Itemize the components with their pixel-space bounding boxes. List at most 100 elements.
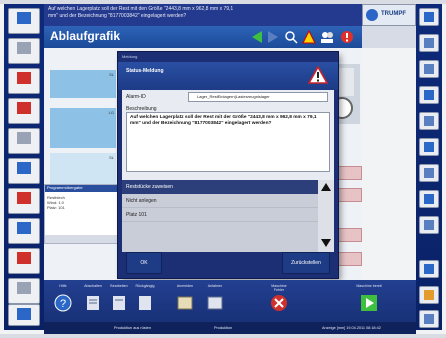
table-icon [424, 194, 434, 204]
scroll-down-icon[interactable] [320, 238, 332, 248]
dialog-body: Alarm-ID Lager_RestEinlagern(Lasterzeugn… [122, 90, 334, 252]
right-tool-4-button[interactable] [419, 86, 439, 104]
status-right: Anzeige [mm] 19.04.2011 08:18:42 [322, 326, 381, 330]
storage-icon [17, 102, 31, 114]
left-tool-1-button[interactable] [8, 8, 40, 34]
arrow-right-icon[interactable] [266, 30, 280, 44]
startup-button[interactable]: Anfahren [202, 284, 228, 320]
right-tool-1-button[interactable] [419, 8, 439, 26]
right-tool-8-button[interactable] [419, 190, 439, 208]
machine-ready-button[interactable]: Maschine bereit [356, 284, 382, 320]
action-list-item-selected[interactable]: Reststücke zuweisen [122, 180, 318, 194]
sort-up-icon [424, 290, 434, 300]
storage-icon [424, 142, 434, 152]
program-icon [424, 90, 434, 100]
warning-icon[interactable] [302, 30, 316, 44]
logo-mark-icon [366, 9, 378, 21]
svg-text:?: ? [60, 298, 66, 310]
ok-button[interactable]: OK [126, 252, 162, 274]
chart-icon [17, 222, 31, 234]
scroll-up-icon[interactable] [320, 182, 332, 192]
left-tool-11-button[interactable] [8, 304, 40, 326]
status-bar: Produktion aus rüsten Produktion Anzeige… [44, 322, 416, 334]
home-icon [424, 12, 434, 22]
left-toolbar [4, 4, 44, 330]
right-tool-3-button[interactable] [419, 60, 439, 78]
right-tool-7-button[interactable] [419, 164, 439, 182]
list-icon [424, 64, 434, 74]
bezel-bottom [0, 334, 446, 338]
left-tool-3-button[interactable] [8, 68, 40, 94]
workflow-node[interactable]: LG [50, 108, 116, 148]
program-panel-line: Platz: 101 [47, 205, 65, 210]
left-tool-7-button[interactable] [8, 188, 40, 214]
header-message-line-1: Auf welchen Lagerplatz soll der Rest mit… [48, 6, 234, 12]
action-list: Reststücke zuweisen Nicht anlegen Platz … [122, 180, 334, 252]
sort-icon [424, 264, 434, 274]
left-tool-2-button[interactable] [8, 38, 40, 64]
left-tool-10-button[interactable] [8, 278, 40, 304]
action-list-scrollbar[interactable] [318, 180, 334, 252]
status-left: Produktion aus rüsten [114, 326, 151, 330]
program-panel-body: Restblech Wind: 1.0 Platz: 101 [47, 195, 65, 210]
alarm-icon[interactable] [340, 30, 354, 44]
document-icon [113, 296, 125, 310]
zoom-icon[interactable] [284, 30, 298, 44]
left-tool-4-button[interactable] [8, 98, 40, 124]
warning-icon [308, 66, 328, 84]
left-tool-6-button[interactable] [8, 158, 40, 184]
program-panel[interactable]: Programmübergabe Restblech Wind: 1.0 Pla… [44, 184, 124, 244]
right-tool-6-button[interactable] [419, 138, 439, 156]
left-tool-9-button[interactable] [8, 248, 40, 274]
node-tag: LG [108, 110, 114, 115]
stack-icon [17, 162, 31, 174]
right-tool-11-button[interactable] [419, 286, 439, 304]
right-tool-2-button[interactable] [419, 34, 439, 52]
undo-button[interactable]: Rückgängig [132, 284, 158, 320]
machine-error-button[interactable]: Maschine Fehler [266, 284, 292, 320]
table-icon [177, 296, 193, 310]
help-label: Hilfe [59, 284, 67, 288]
table-icon [207, 296, 223, 310]
login-button[interactable]: Anmelden [172, 284, 198, 320]
undo-label: Rückgängig [135, 284, 155, 288]
left-tool-8-button[interactable] [8, 218, 40, 244]
shutdown-button[interactable]: Abschalten [80, 284, 106, 320]
page-title: Ablaufgrafik [50, 29, 121, 43]
logo: TRUMPF [362, 4, 416, 26]
help-icon: ? [54, 294, 72, 312]
right-tool-9-button[interactable] [419, 216, 439, 234]
header-message: Auf welchen Lagerplatz soll der Rest mit… [44, 4, 362, 26]
edit-button[interactable]: Bearbeiten [106, 284, 132, 320]
arrow-left-icon[interactable] [250, 30, 264, 44]
screen: Auf welchen Lagerplatz soll der Rest mit… [0, 0, 446, 338]
help-button[interactable]: Hilfe ? [50, 284, 76, 320]
dialog-titlebar: Status-Meldung [118, 62, 338, 90]
reset-button[interactable]: Zurückstellen [282, 252, 330, 274]
node-tag: SL [109, 155, 114, 160]
action-list-item[interactable]: Nicht anlegen [122, 194, 318, 208]
machine-ready-label: Maschine bereit [356, 284, 382, 288]
monitor-icon [424, 38, 434, 48]
right-toolbar [416, 4, 442, 330]
status-panel [362, 26, 416, 48]
right-tool-12-button[interactable] [419, 310, 439, 328]
logo-text: TRUMPF [381, 11, 406, 17]
workflow-node[interactable]: SL [50, 70, 116, 98]
download-icon [424, 220, 434, 230]
right-tool-5-button[interactable] [419, 112, 439, 130]
users-icon[interactable] [320, 30, 334, 44]
machine-icon [17, 132, 31, 144]
status-middle: Produktion [214, 326, 233, 330]
order-icon [17, 72, 31, 84]
stop-icon [271, 295, 287, 311]
shutdown-label: Abschalten [84, 284, 102, 288]
exit-icon [17, 308, 31, 320]
right-tool-10-button[interactable] [419, 260, 439, 278]
tools-icon [17, 252, 31, 264]
document-icon [139, 296, 151, 310]
header-message-line-2: mm" und der Bezeichnung "8177003842" ein… [48, 13, 187, 19]
left-tool-5-button[interactable] [8, 128, 40, 154]
description-text: Auf welchen Lagerplatz soll der Rest mit… [126, 112, 330, 172]
action-list-item[interactable]: Platz 101 [122, 208, 318, 222]
